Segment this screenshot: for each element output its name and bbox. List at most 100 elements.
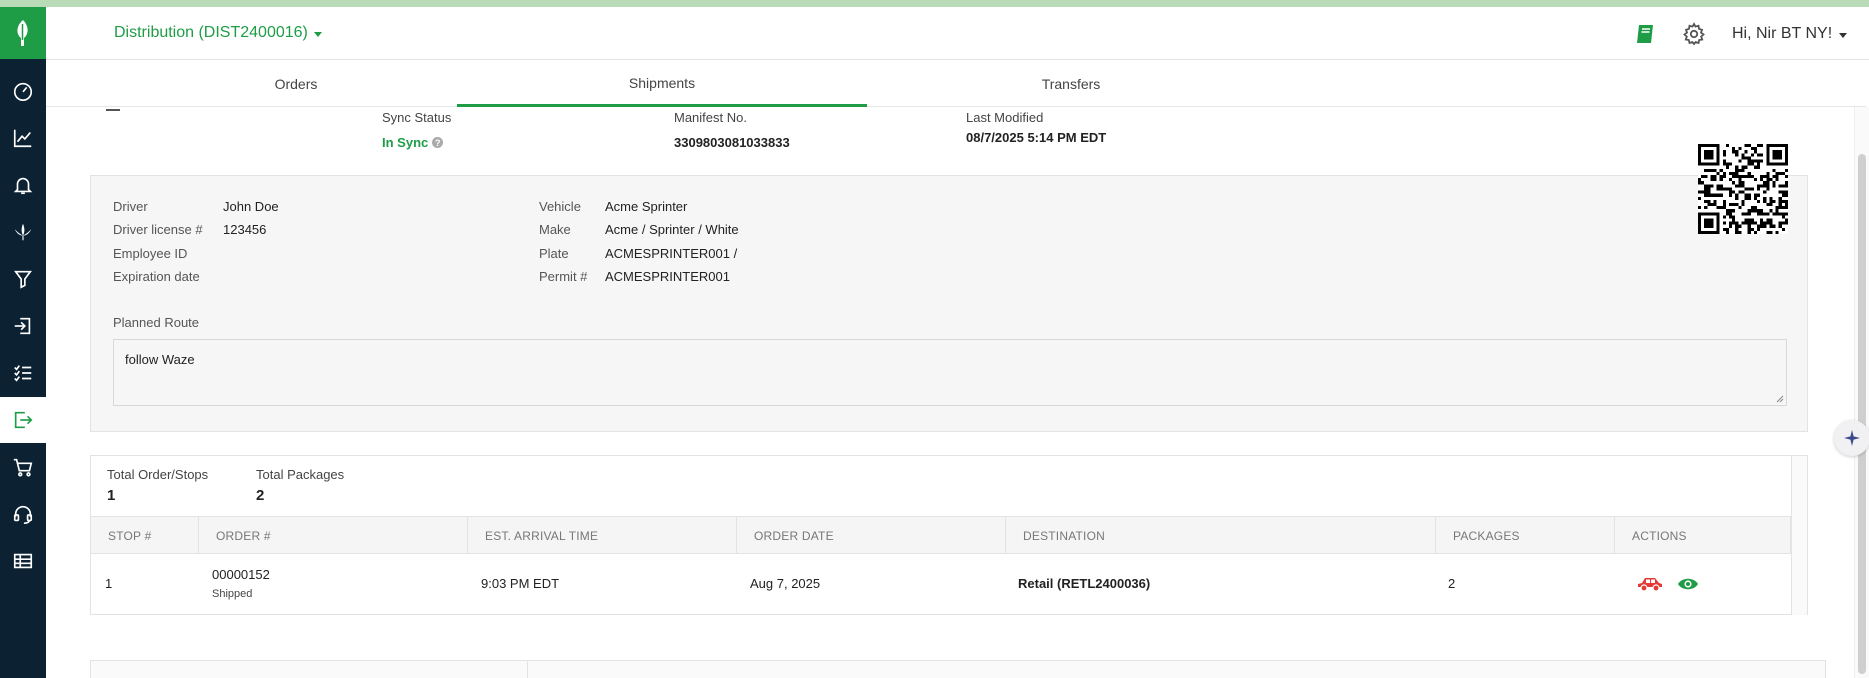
headset-icon <box>13 505 33 524</box>
plate-label: Plate <box>539 246 569 261</box>
gear-icon[interactable] <box>1682 22 1706 46</box>
planned-route-label: Planned Route <box>113 315 200 330</box>
tab-shipments-label: Shipments <box>628 74 696 91</box>
est-arrival-value: 9:03 PM EDT <box>481 576 560 591</box>
help-icon[interactable]: ? <box>432 137 444 148</box>
col-actions: ACTIONS <box>1615 517 1791 554</box>
sparkle-icon <box>1844 430 1860 446</box>
orders-panel: Total Order/Stops 1 Total Packages 2 STO… <box>90 455 1808 615</box>
app-logo[interactable] <box>0 7 46 59</box>
page-scrollbar[interactable] <box>1854 107 1869 678</box>
tab-orders[interactable]: Orders <box>91 61 501 107</box>
destination-value: Retail (RETL2400036) <box>1018 576 1151 591</box>
vehicle-value: Acme Sprinter <box>605 199 688 214</box>
tab-transfers[interactable]: Transfers <box>866 61 1276 107</box>
qr-code-image <box>1698 144 1788 234</box>
tab-orders-label: Orders <box>274 76 318 92</box>
sidebar-item-processing[interactable] <box>0 256 46 302</box>
driver-label: Driver <box>113 199 148 214</box>
total-orders-value: 1 <box>107 487 116 504</box>
packages-value: 2 <box>1448 576 1456 591</box>
sidebar-item-inbound[interactable] <box>0 303 46 349</box>
employee-id-label: Employee ID <box>113 246 188 261</box>
inbound-icon <box>14 317 31 335</box>
chevron-down-icon <box>1839 32 1848 38</box>
driver-value: John Doe <box>223 199 279 214</box>
analytics-icon <box>13 129 32 148</box>
permit-value: ACMESPRINTER001 <box>605 269 730 284</box>
driver-license-value: 123456 <box>223 222 267 237</box>
manifest-label: Manifest No. <box>674 110 747 125</box>
order-status: Shipped <box>212 588 253 600</box>
tab-shipments[interactable]: Shipments <box>457 61 867 107</box>
table-header: STOP # ORDER # EST. ARRIVAL TIME ORDER D… <box>91 516 1807 554</box>
last-modified-value: 08/7/2025 5:14 PM EDT <box>966 130 1107 145</box>
sidebar-item-analytics[interactable] <box>0 115 46 161</box>
order-date-value: Aug 7, 2025 <box>750 576 821 591</box>
funnel-icon <box>14 270 32 289</box>
col-order-date[interactable]: ORDER DATE <box>737 517 1006 554</box>
col-est-arrival[interactable]: EST. ARRIVAL TIME <box>468 517 737 554</box>
assistant-sparkle-button[interactable] <box>1834 420 1869 456</box>
sidebar-item-cultivation[interactable] <box>0 209 46 255</box>
eye-icon[interactable] <box>1677 577 1699 591</box>
order-number[interactable]: 00000152 <box>212 567 270 582</box>
total-packages-value: 2 <box>256 487 265 504</box>
clipped-heading-fragment <box>106 107 120 111</box>
sidebar-item-outbound[interactable] <box>0 397 46 443</box>
driver-license-label: Driver license # <box>113 222 203 237</box>
top-header: Distribution (DIST2400016) Hi, Nir BT NY… <box>46 7 1869 60</box>
book-icon[interactable] <box>1634 22 1658 46</box>
sidebar-item-reports[interactable] <box>0 538 46 584</box>
col-packages[interactable]: PACKAGES <box>1436 517 1615 554</box>
dashboard-icon <box>13 82 33 101</box>
permit-label: Permit # <box>539 269 588 284</box>
make-value: Acme / Sprinter / White <box>605 222 739 237</box>
manifest-value: 3309803081033833 <box>674 135 790 150</box>
user-greeting: Hi, Nir BT NY! <box>1732 25 1833 42</box>
driver-vehicle-panel: Driver John Doe Driver license # 123456 … <box>90 175 1808 432</box>
sync-status-text: In Sync <box>382 135 429 150</box>
plate-value: ACMESPRINTER001 / <box>605 246 738 261</box>
tab-bar: Orders Shipments Transfers <box>46 61 1866 107</box>
page-scrollbar-thumb[interactable] <box>1858 154 1866 674</box>
bell-icon <box>13 177 33 195</box>
checklist-icon <box>14 365 32 382</box>
sidebar-item-checklist[interactable] <box>0 350 46 396</box>
sync-status-label: Sync Status <box>382 110 452 125</box>
last-modified-label: Last Modified <box>966 110 1044 125</box>
planned-route-textarea[interactable]: follow Waze <box>113 339 1787 406</box>
shipment-detail: Sync Status In Sync ? Manifest No. 33098… <box>46 107 1854 678</box>
make-label: Make <box>539 222 571 237</box>
sidebar-item-dashboard[interactable] <box>0 68 46 114</box>
sync-status-value: In Sync ? <box>382 135 444 150</box>
expiration-date-label: Expiration date <box>113 269 200 284</box>
table-scrollbar[interactable] <box>1791 456 1807 615</box>
sidebar-item-sales[interactable] <box>0 444 46 490</box>
sidebar-item-alerts[interactable] <box>0 162 46 208</box>
table-row[interactable]: 1 00000152 Shipped 9:03 PM EDT Aug 7, 20… <box>91 554 1807 615</box>
section-divider <box>527 661 528 678</box>
total-orders-label: Total Order/Stops <box>107 467 209 482</box>
planned-route-text: follow Waze <box>125 352 195 367</box>
table-icon <box>13 553 33 569</box>
sidebar <box>0 7 46 678</box>
outbound-icon <box>14 411 33 429</box>
distribution-label: Distribution (DIST2400016) <box>114 24 308 41</box>
col-order[interactable]: ORDER # <box>199 517 468 554</box>
chevron-down-icon <box>313 31 322 37</box>
car-icon[interactable] <box>1636 575 1664 593</box>
resize-grip-icon[interactable] <box>1776 395 1784 403</box>
user-menu[interactable]: Hi, Nir BT NY! <box>1732 25 1848 43</box>
col-destination[interactable]: DESTINATION <box>1006 517 1436 554</box>
leaf-logo-icon <box>17 20 28 46</box>
cannabis-leaf-icon <box>14 223 32 241</box>
total-packages-label: Total Packages <box>256 467 345 482</box>
sidebar-item-support[interactable] <box>0 491 46 537</box>
top-accent-strip <box>0 0 1869 7</box>
stop-number: 1 <box>105 576 113 591</box>
distribution-selector[interactable]: Distribution (DIST2400016) <box>114 24 322 42</box>
col-stop[interactable]: STOP # <box>91 517 199 554</box>
next-section-panel <box>90 660 1826 678</box>
tab-transfers-label: Transfers <box>1041 76 1101 92</box>
